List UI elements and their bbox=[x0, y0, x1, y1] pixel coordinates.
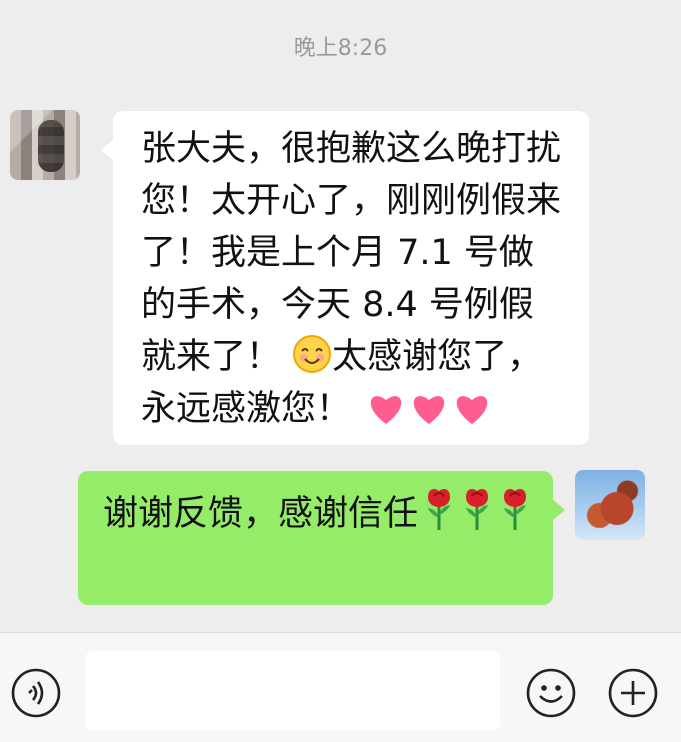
contact-avatar[interactable] bbox=[10, 110, 80, 180]
incoming-message-bubble[interactable]: 张大夫，很抱歉这么晚打扰您！太开心了，刚刚例假来了！我是上个月 7.1 号做的手… bbox=[101, 111, 589, 445]
my-avatar[interactable] bbox=[575, 470, 645, 540]
outgoing-message-text: 谢谢反馈，感谢信任 bbox=[103, 494, 419, 534]
message-input-field[interactable] bbox=[85, 651, 500, 731]
outgoing-message-bubble[interactable]: 谢谢反馈，感谢信任 bbox=[78, 471, 565, 605]
hearts-emoji-icon bbox=[370, 396, 488, 424]
voice-icon[interactable] bbox=[11, 668, 61, 718]
add-icon[interactable] bbox=[608, 668, 658, 718]
rose-emoji-icon bbox=[466, 489, 489, 530]
rose-emoji-icon bbox=[428, 489, 451, 530]
smiling-face-emoji-icon bbox=[293, 335, 332, 373]
emoji-icon[interactable] bbox=[526, 668, 576, 718]
rose-emoji-icon bbox=[504, 489, 527, 530]
chat-timestamp: 晚上8:26 bbox=[293, 36, 388, 61]
message-input-toolbar bbox=[0, 632, 681, 742]
